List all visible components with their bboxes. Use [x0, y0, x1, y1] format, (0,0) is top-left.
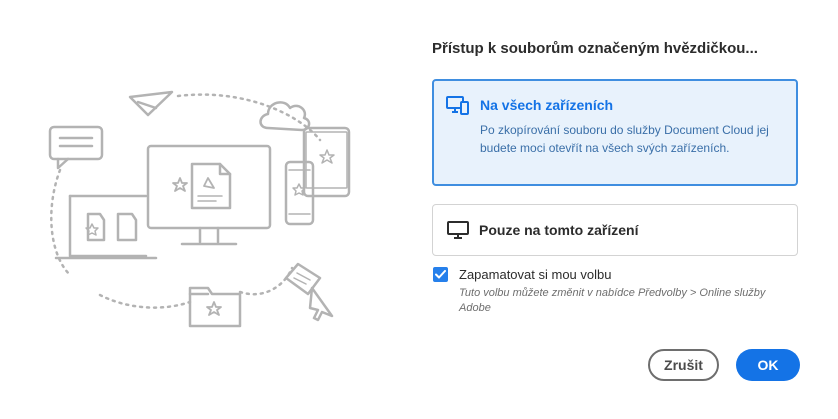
ok-button[interactable]: OK [736, 349, 800, 381]
paper-plane-icon [128, 90, 174, 117]
cancel-button[interactable]: Zrušit [648, 349, 719, 381]
phone-illustration [284, 160, 315, 226]
option-all-devices-description: Po zkopírování souboru do služby Documen… [480, 123, 769, 155]
chat-bubble-icon [48, 125, 104, 170]
checkmark-icon [435, 270, 446, 279]
monitor-icon [447, 220, 469, 245]
option-all-devices-title: Na všech zařízeních [480, 97, 614, 113]
option-all-devices[interactable]: Na všech zařízeních Po zkopírování soubo… [432, 79, 798, 186]
folder-illustration [188, 286, 242, 328]
monitor-illustration [146, 144, 272, 246]
laptop-illustration [54, 194, 158, 260]
devices-icon [446, 95, 470, 120]
dialog-title: Přístup k souborům označeným hvězdičkou.… [432, 40, 758, 57]
option-this-device-title: Pouze na tomto zařízení [479, 222, 639, 238]
remember-choice-checkbox[interactable] [433, 267, 448, 282]
starred-files-illustration [30, 80, 370, 340]
remember-choice-note: Tuto volbu můžete změnit v nabídce Předv… [459, 287, 766, 314]
remember-choice-label[interactable]: Zapamatovat si mou volbu [459, 267, 611, 282]
document-cursor-illustration [284, 262, 334, 322]
option-this-device[interactable]: Pouze na tomto zařízení [432, 204, 798, 256]
